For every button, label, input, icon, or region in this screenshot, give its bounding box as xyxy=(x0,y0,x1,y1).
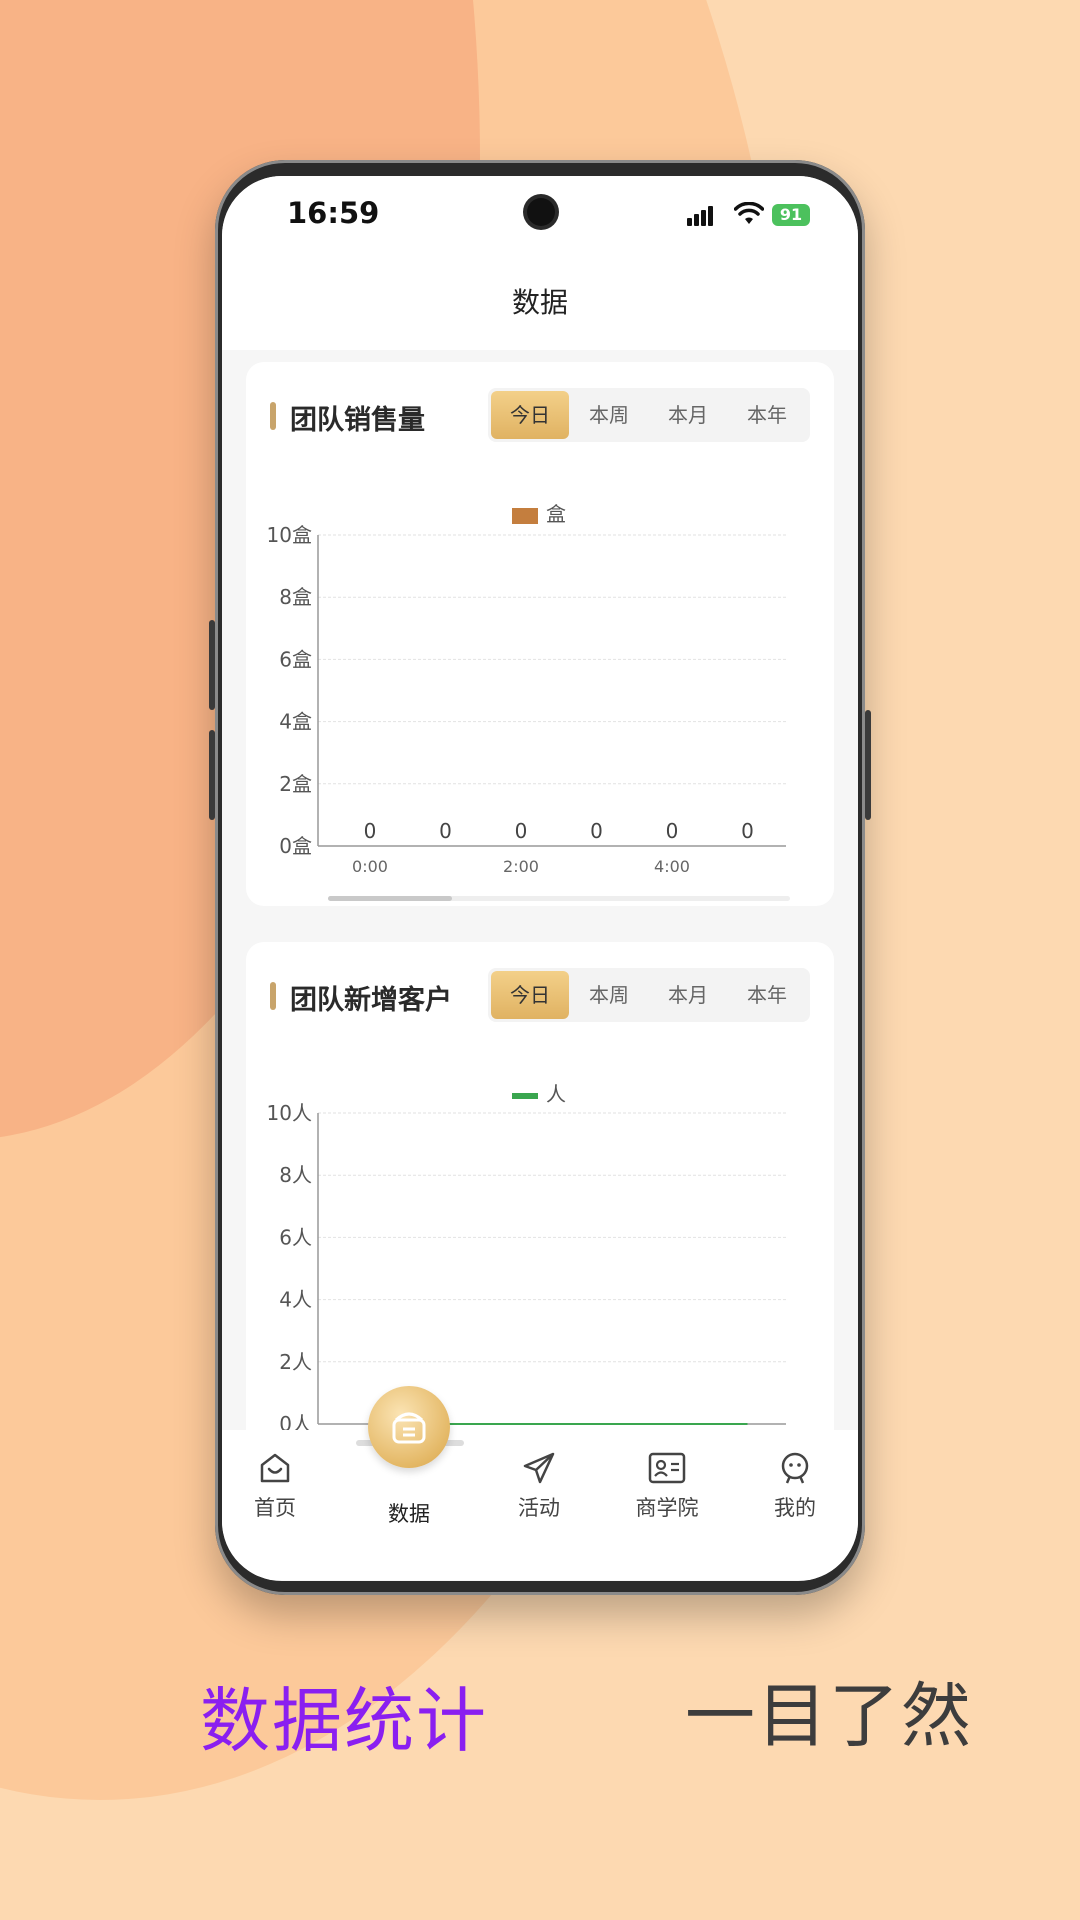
x-tick-label: 0:00 xyxy=(352,857,388,876)
y-tick-label: 8盒 xyxy=(279,585,312,609)
data-label: 0 xyxy=(439,819,452,843)
status-bar: 16:59 91 xyxy=(222,176,858,260)
data-label: 0 xyxy=(590,819,603,843)
team-new-customers-card: 团队新增客户 今日 本周 本月 本年 人 0人2人4人6人8人10人04810 xyxy=(246,942,834,1462)
slogan-right: 一目了然 xyxy=(685,1675,973,1757)
data-label: 0 xyxy=(666,819,679,843)
id-card-icon xyxy=(648,1452,686,1484)
data-label: 0 xyxy=(741,819,754,843)
home-icon xyxy=(260,1453,290,1483)
phone-screen: 16:59 91 数据 团队销售量 今日 本周 本月 本年 盒 0盒 2盒 4盒 6盒… xyxy=(222,176,858,1581)
x-tick-label: 4:00 xyxy=(654,857,690,876)
data-label: 0 xyxy=(364,819,377,843)
sales-bar-chart: 0盒 2盒 4盒 6盒 8盒 10盒 0 0 0 0 0 0 0:00 2:00 4:00 xyxy=(267,523,790,901)
team-sales-card: 团队销售量 今日 本周 本月 本年 盒 0盒 2盒 4盒 6盒 8盒 10盒 0 0 0 0 0 0 0… xyxy=(246,362,834,906)
front-camera xyxy=(527,198,555,226)
nav-data[interactable]: 数据 xyxy=(354,1492,464,1528)
customers-line-chart: 0人2人4人6人8人10人04810 xyxy=(267,1101,786,1454)
y-tick-label: 6盒 xyxy=(279,647,312,671)
data-center-button[interactable] xyxy=(368,1386,450,1468)
nav-label: 数据 xyxy=(388,1502,430,1526)
nav-mine[interactable]: 我的 xyxy=(740,1450,850,1522)
y-tick-label: 4盒 xyxy=(279,710,312,734)
slogan-left: 数据统计 xyxy=(200,1680,488,1762)
nav-home[interactable]: 首页 xyxy=(222,1450,330,1522)
y-tick-label: 10盒 xyxy=(267,523,312,547)
page-title: 数据 xyxy=(222,260,858,350)
battery-icon: 91 xyxy=(772,204,810,226)
y-tick-label: 10人 xyxy=(267,1101,312,1125)
bottom-tab-bar: 首页 数据 活动 商学院 我的 xyxy=(222,1386,858,1580)
user-face-icon xyxy=(781,1452,809,1484)
y-tick-label: 6人 xyxy=(279,1225,312,1249)
y-tick-label: 0盒 xyxy=(279,834,312,858)
basket-icon xyxy=(392,1412,426,1444)
nav-label: 首页 xyxy=(254,1496,296,1520)
nav-label: 活动 xyxy=(518,1496,560,1520)
nav-label: 我的 xyxy=(774,1496,816,1520)
chart-scroll-thumb xyxy=(328,896,452,901)
data-label: 0 xyxy=(515,819,528,843)
y-tick-label: 4人 xyxy=(279,1288,312,1312)
status-time: 16:59 xyxy=(287,196,380,230)
cellular-signal-icon xyxy=(687,206,715,226)
phone-side-button xyxy=(209,730,215,820)
y-tick-label: 8人 xyxy=(279,1163,312,1187)
nav-academy[interactable]: 商学院 xyxy=(612,1450,722,1522)
paper-plane-icon xyxy=(523,1452,555,1484)
nav-label: 商学院 xyxy=(635,1496,699,1520)
nav-activity[interactable]: 活动 xyxy=(484,1450,594,1522)
phone-side-button xyxy=(209,620,215,710)
wifi-icon xyxy=(734,202,764,224)
phone-power-button xyxy=(865,710,871,820)
x-tick-label: 2:00 xyxy=(503,857,539,876)
y-tick-label: 2人 xyxy=(279,1350,312,1374)
y-tick-label: 2盒 xyxy=(279,772,312,796)
